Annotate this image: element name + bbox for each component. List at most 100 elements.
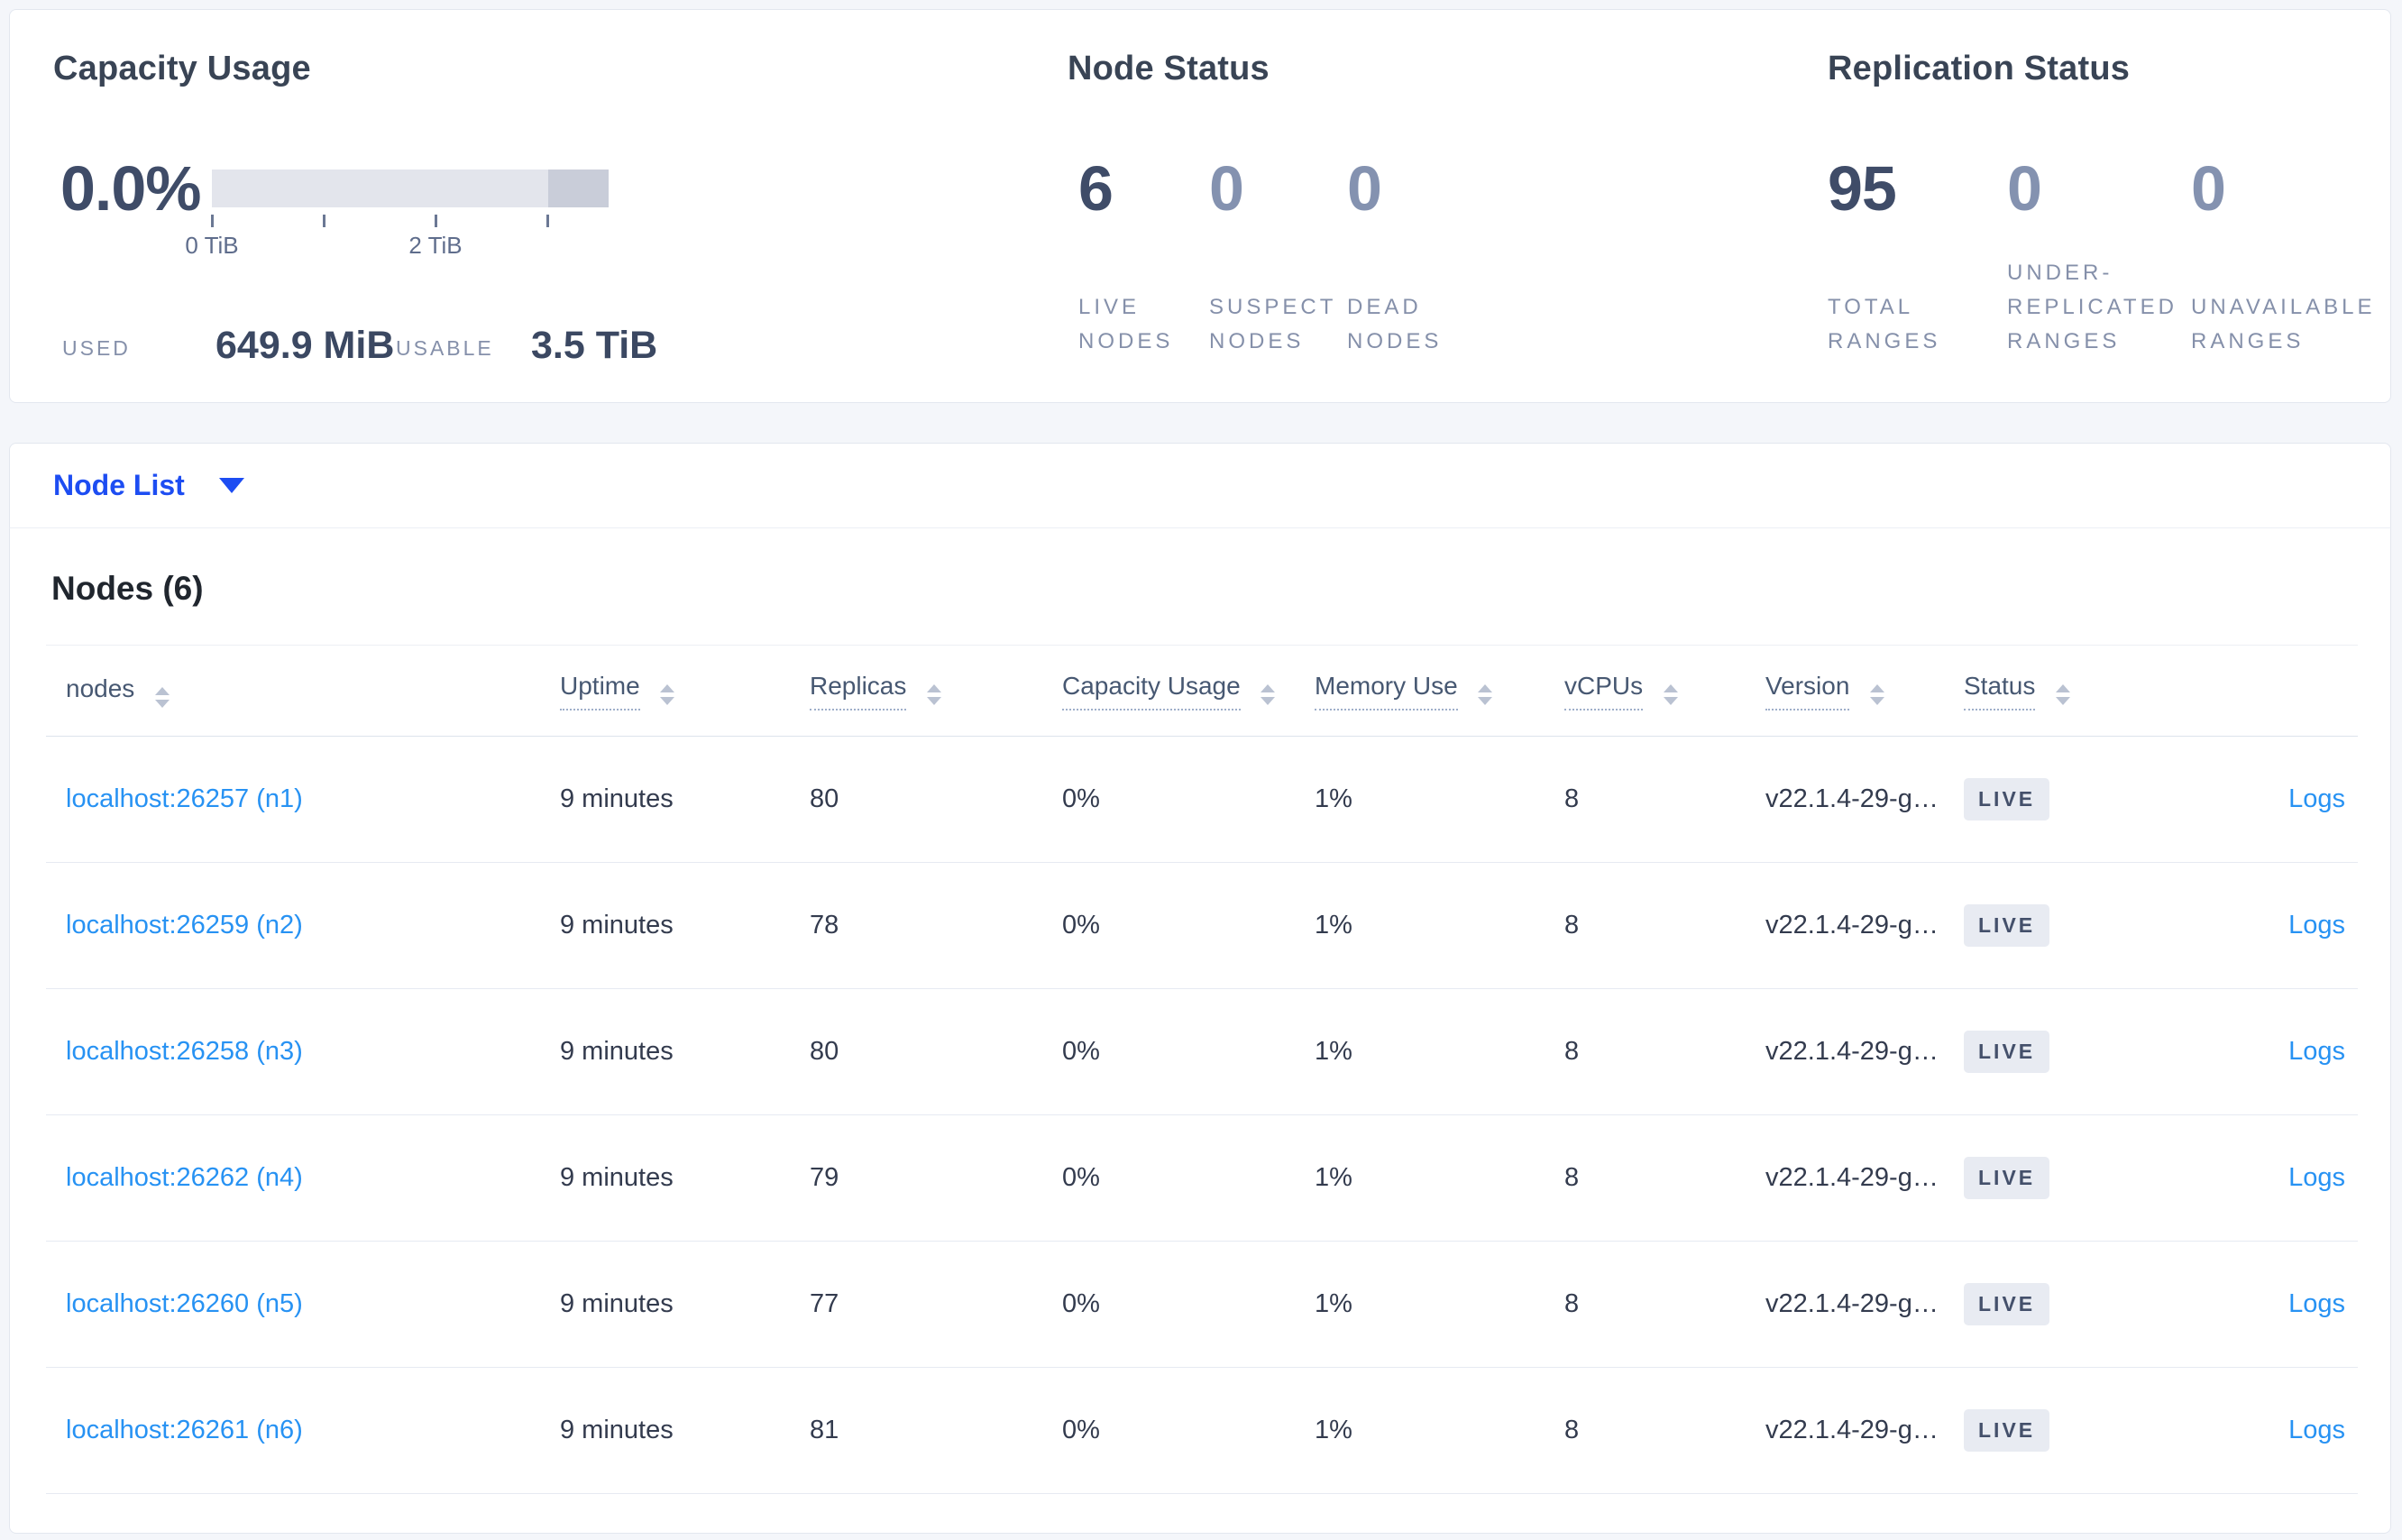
axis-tick — [323, 215, 325, 227]
column-header-nodes[interactable]: nodes — [46, 645, 540, 737]
status-badge: LIVE — [1964, 1283, 2050, 1325]
status-badge: LIVE — [1964, 1409, 2050, 1452]
total-ranges-label: TOTAL RANGES — [1828, 295, 1941, 353]
version-cell: v22.1.4-29-g… — [1746, 1241, 1944, 1368]
sort-icon — [2056, 683, 2071, 705]
table-row: localhost:26258 (n3) 9 minutes 80 0% 1% … — [46, 988, 2358, 1115]
node-link[interactable]: localhost:26258 (n3) — [66, 1037, 303, 1066]
column-header-vcpus[interactable]: vCPUs — [1545, 645, 1746, 737]
replicas-cell: 79 — [790, 1114, 1042, 1242]
under-replicated-ranges-value: 0 — [2007, 153, 2042, 224]
logs-link[interactable]: Logs — [2288, 784, 2345, 813]
live-nodes-label: LIVE NODES — [1078, 295, 1174, 353]
dead-nodes-label: DEAD NODES — [1347, 295, 1443, 353]
replicas-cell: 80 — [790, 988, 1042, 1115]
axis-tick-label: 0 TiB — [185, 232, 239, 259]
vcpus-cell: 8 — [1545, 1367, 1746, 1494]
capacity-cell: 0% — [1042, 736, 1295, 863]
table-header-row: nodes Uptime Replicas Capacity Usage Mem… — [46, 645, 2358, 737]
vcpus-cell: 8 — [1545, 1114, 1746, 1242]
capacity-usage-title: Capacity Usage — [53, 50, 311, 87]
sort-icon — [1261, 683, 1276, 705]
capacity-cell: 0% — [1042, 1367, 1295, 1494]
replicas-cell: 80 — [790, 736, 1042, 863]
vcpus-cell: 8 — [1545, 1241, 1746, 1368]
vcpus-cell: 8 — [1545, 736, 1746, 863]
memory-cell: 1% — [1295, 988, 1545, 1115]
status-badge: LIVE — [1964, 1157, 2050, 1199]
memory-cell: 1% — [1295, 736, 1545, 863]
memory-cell: 1% — [1295, 1367, 1545, 1494]
status-badge: LIVE — [1964, 1031, 2050, 1073]
node-link[interactable]: localhost:26257 (n1) — [66, 784, 303, 813]
axis-tick — [435, 215, 437, 227]
node-link[interactable]: localhost:26260 (n5) — [66, 1289, 303, 1318]
axis-tick — [211, 215, 214, 227]
capacity-usage-bar-segment — [548, 170, 609, 207]
replicas-cell: 77 — [790, 1241, 1042, 1368]
sort-icon — [1663, 683, 1678, 705]
capacity-cell: 0% — [1042, 1241, 1295, 1368]
node-link[interactable]: localhost:26261 (n6) — [66, 1416, 303, 1444]
column-header-version[interactable]: Version — [1746, 645, 1944, 737]
logs-link[interactable]: Logs — [2288, 1163, 2345, 1192]
used-label: USED — [62, 336, 131, 360]
column-header-status[interactable]: Status — [1944, 645, 2142, 737]
uptime-cell: 9 minutes — [540, 1241, 790, 1368]
unavailable-ranges-label: UNAVAILABLE RANGES — [2191, 295, 2376, 353]
logs-link[interactable]: Logs — [2288, 1037, 2345, 1066]
version-cell: v22.1.4-29-g… — [1746, 1367, 1944, 1494]
dead-nodes-stat: 0 DEAD NODES — [1347, 10, 1482, 402]
replicas-cell: 78 — [790, 862, 1042, 989]
memory-cell: 1% — [1295, 1114, 1545, 1242]
nodes-table: nodes Uptime Replicas Capacity Usage Mem… — [46, 645, 2358, 1494]
node-list-dropdown[interactable]: Node List — [53, 444, 244, 527]
status-badge: LIVE — [1964, 904, 2050, 947]
node-list-dropdown-label: Node List — [53, 469, 185, 501]
memory-cell: 1% — [1295, 1241, 1545, 1368]
live-nodes-stat: 6 LIVE NODES — [1078, 10, 1214, 402]
column-header-logs — [2142, 645, 2358, 737]
vcpus-cell: 8 — [1545, 862, 1746, 989]
column-header-capacity-usage[interactable]: Capacity Usage — [1042, 645, 1295, 737]
sort-icon — [660, 683, 675, 705]
version-cell: v22.1.4-29-g… — [1746, 1114, 1944, 1242]
capacity-cell: 0% — [1042, 1114, 1295, 1242]
uptime-cell: 9 minutes — [540, 736, 790, 863]
column-header-uptime[interactable]: Uptime — [540, 645, 790, 737]
total-ranges-value: 95 — [1828, 153, 1897, 224]
logs-link[interactable]: Logs — [2288, 1416, 2345, 1444]
sort-icon — [155, 686, 170, 708]
nodes-card: Nodes (6) nodes Uptime Replicas Capacity… — [9, 528, 2391, 1534]
table-row: localhost:26260 (n5) 9 minutes 77 0% 1% … — [46, 1241, 2358, 1368]
node-link[interactable]: localhost:26262 (n4) — [66, 1163, 303, 1192]
capacity-cell: 0% — [1042, 988, 1295, 1115]
capacity-usage-bar — [212, 170, 609, 207]
status-badge: LIVE — [1964, 778, 2050, 820]
node-status-section: Node Status 6 LIVE NODES 0 SUSPECT NODES… — [1068, 10, 1627, 402]
column-header-memory-use[interactable]: Memory Use — [1295, 645, 1545, 737]
version-cell: v22.1.4-29-g… — [1746, 862, 1944, 989]
sort-icon — [1870, 683, 1885, 705]
axis-tick — [546, 215, 549, 227]
node-link[interactable]: localhost:26259 (n2) — [66, 911, 303, 940]
sort-icon — [927, 683, 942, 705]
logs-link[interactable]: Logs — [2288, 911, 2345, 940]
capacity-percent-value: 0.0% — [60, 153, 202, 224]
summary-card: Capacity Usage 0.0% 0 TiB 2 TiB USED 649… — [9, 9, 2391, 403]
suspect-nodes-value: 0 — [1209, 153, 1244, 224]
sort-icon — [1478, 683, 1493, 705]
capacity-usage-section: Capacity Usage 0.0% 0 TiB 2 TiB USED 649… — [53, 10, 684, 402]
table-row: localhost:26257 (n1) 9 minutes 80 0% 1% … — [46, 736, 2358, 863]
nodes-count-title: Nodes (6) — [51, 570, 204, 607]
live-nodes-value: 6 — [1078, 153, 1114, 224]
suspect-nodes-stat: 0 SUSPECT NODES — [1209, 10, 1353, 402]
uptime-cell: 9 minutes — [540, 988, 790, 1115]
axis-tick-label: 2 TiB — [408, 232, 463, 259]
uptime-cell: 9 minutes — [540, 1367, 790, 1494]
suspect-nodes-label: SUSPECT NODES — [1209, 295, 1336, 353]
vcpus-cell: 8 — [1545, 988, 1746, 1115]
logs-link[interactable]: Logs — [2288, 1289, 2345, 1318]
column-header-replicas[interactable]: Replicas — [790, 645, 1042, 737]
unavailable-ranges-stat: 0 UNAVAILABLE RANGES — [2191, 10, 2398, 402]
